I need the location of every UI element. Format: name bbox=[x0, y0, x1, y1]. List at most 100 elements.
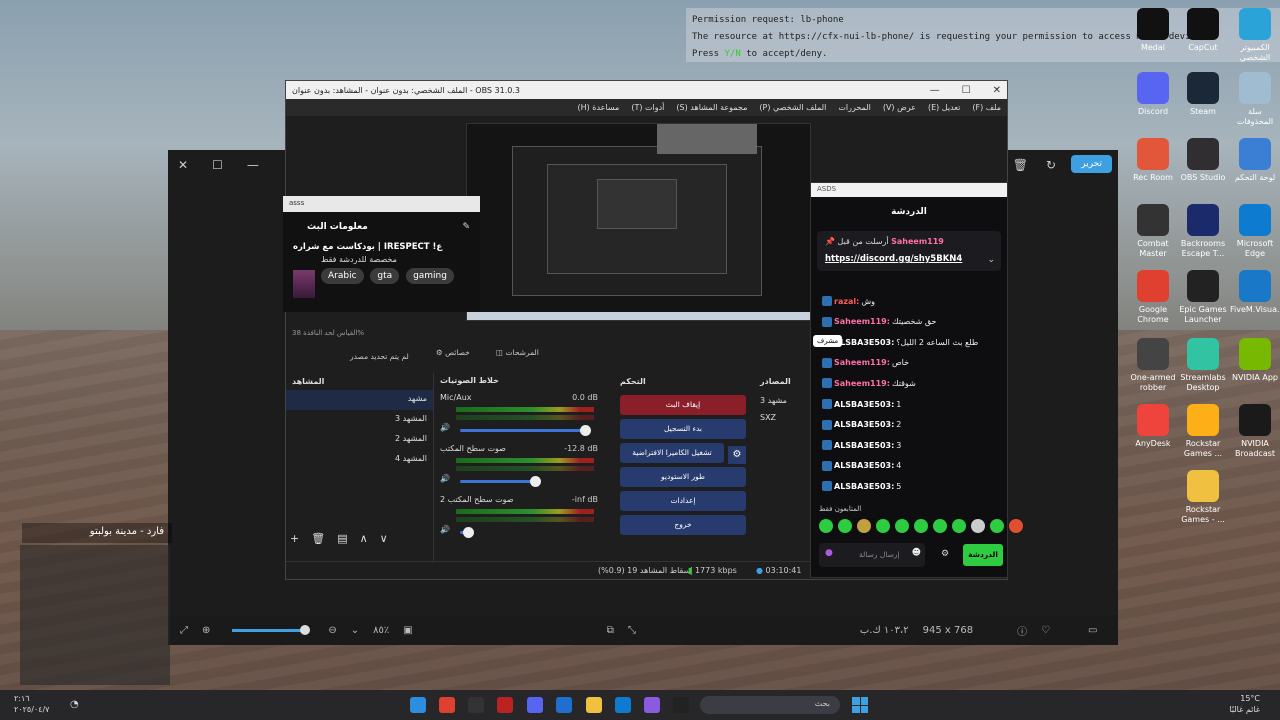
add-icon[interactable]: + bbox=[290, 532, 299, 545]
speaker-icon[interactable]: 🔊 bbox=[440, 525, 450, 534]
maximize-icon[interactable]: ☐ bbox=[212, 158, 223, 172]
copilot-icon[interactable] bbox=[644, 697, 660, 713]
chat-username[interactable]: ALSBA3E503: bbox=[834, 420, 894, 429]
expand-icon[interactable]: ⤡ bbox=[628, 625, 636, 636]
emote-icon[interactable] bbox=[952, 519, 966, 533]
zoom-out-icon[interactable]: ⊖ bbox=[328, 625, 336, 636]
chat-username[interactable]: ALSBA3E503: bbox=[834, 400, 894, 409]
folder-icon[interactable] bbox=[586, 697, 602, 713]
chrome-icon[interactable] bbox=[439, 697, 455, 713]
info-icon[interactable]: ⓘ bbox=[1017, 623, 1027, 638]
menu-item[interactable]: مجموعة المشاهد (S) bbox=[676, 103, 747, 112]
emote-icon[interactable] bbox=[914, 519, 928, 533]
control-button[interactable]: إيقاف البث bbox=[620, 395, 746, 415]
close-icon[interactable]: ✕ bbox=[178, 158, 188, 172]
scene-item-4[interactable]: المشهد 4 bbox=[286, 450, 433, 470]
menu-item[interactable]: أدوات (T) bbox=[631, 103, 664, 112]
chat-username[interactable]: ALSBA3E503: bbox=[834, 461, 894, 470]
chrome-shortcut[interactable]: Google Chrome bbox=[1128, 270, 1178, 325]
edit-icon[interactable]: ✎ bbox=[462, 222, 470, 232]
menu-item[interactable]: المحررات bbox=[838, 103, 870, 112]
volume-slider[interactable] bbox=[460, 425, 591, 436]
emoji-icon[interactable]: ☻ bbox=[912, 548, 921, 558]
obs-icon[interactable] bbox=[468, 697, 484, 713]
chevron-down-icon[interactable]: ⌄ bbox=[987, 255, 995, 265]
mic-icon[interactable]: ● bbox=[825, 548, 833, 558]
maximize-icon[interactable]: ☐ bbox=[962, 85, 971, 96]
emote-icon[interactable] bbox=[857, 519, 871, 533]
control-button[interactable]: إعدادات bbox=[620, 491, 746, 511]
crop-icon[interactable]: ⧉ bbox=[607, 625, 614, 636]
steam-shortcut[interactable]: Steam bbox=[1178, 72, 1228, 117]
speaker-icon[interactable]: 🔊 bbox=[440, 474, 450, 483]
tag[interactable]: gaming bbox=[406, 268, 454, 284]
epic-games-shortcut[interactable]: Epic Games Launcher bbox=[1178, 270, 1228, 325]
up-icon[interactable]: ∧ bbox=[360, 532, 368, 545]
chat-username[interactable]: Saheem119: bbox=[834, 358, 890, 367]
rockstar-shortcut[interactable]: Rockstar Games ... bbox=[1178, 404, 1228, 459]
nvidia-broadcast-shortcut[interactable]: NVIDIA Broadcast bbox=[1230, 404, 1280, 459]
minimize-icon[interactable]: — bbox=[247, 158, 259, 172]
zoom-dropdown-icon[interactable]: ⌄ bbox=[351, 625, 359, 636]
control-button[interactable]: طور الاستوديو bbox=[620, 467, 746, 487]
settings-gear-icon[interactable]: ⚙ bbox=[728, 446, 746, 464]
wifi-icon[interactable]: ◔ bbox=[70, 699, 79, 710]
menu-item[interactable]: ملف (F) bbox=[972, 103, 1001, 112]
adobe-icon[interactable] bbox=[497, 697, 513, 713]
this-pc-shortcut[interactable]: الكمبيوتر الشخصي bbox=[1230, 8, 1280, 63]
chat-username[interactable]: ALSBA3E503: bbox=[834, 441, 894, 450]
volume-slider[interactable] bbox=[460, 527, 474, 538]
menu-item[interactable]: عرض (V) bbox=[883, 103, 916, 112]
chat-username[interactable]: razal: bbox=[834, 297, 859, 306]
chat-send-button[interactable]: الدردشة bbox=[963, 544, 1003, 566]
control-button[interactable]: خروج bbox=[620, 515, 746, 535]
discord-shortcut[interactable]: Discord bbox=[1128, 72, 1178, 117]
volume-knob[interactable] bbox=[463, 527, 474, 538]
tag[interactable]: Arabic bbox=[321, 268, 364, 284]
weather[interactable]: 15°C غائم غالبًا bbox=[1229, 693, 1260, 715]
control-button[interactable]: بدء التسجيل bbox=[620, 419, 746, 439]
emote-icon[interactable] bbox=[1009, 519, 1023, 533]
minimize-icon[interactable]: — bbox=[930, 85, 940, 96]
anydesk-shortcut[interactable]: AnyDesk bbox=[1128, 404, 1178, 449]
chat-username[interactable]: Saheem119: bbox=[834, 379, 890, 388]
menu-item[interactable]: الملف الشخصي (P) bbox=[759, 103, 826, 112]
emote-icon[interactable] bbox=[819, 519, 833, 533]
delete-icon[interactable]: 🗑 bbox=[1013, 158, 1028, 172]
search-box[interactable]: بحث bbox=[700, 696, 840, 714]
scene-item-1[interactable]: مشهد bbox=[286, 390, 433, 410]
volume-knob[interactable] bbox=[580, 425, 591, 436]
store-icon[interactable] bbox=[556, 697, 572, 713]
emote-icon[interactable] bbox=[895, 519, 909, 533]
fit-icon[interactable]: ⤢ bbox=[180, 625, 188, 636]
one-armed-robber-shortcut[interactable]: One-armed robber bbox=[1128, 338, 1178, 393]
volume-slider[interactable] bbox=[460, 476, 541, 487]
pinned-link[interactable]: https://discord.gg/shy5BKN4 bbox=[825, 254, 962, 264]
edit-button[interactable]: تحرير bbox=[1071, 155, 1112, 173]
zoom-in-icon[interactable]: ⊕ bbox=[202, 625, 210, 636]
obs-shortcut[interactable]: OBS Studio bbox=[1178, 138, 1228, 183]
file-explorer-icon[interactable] bbox=[410, 697, 426, 713]
config-icon[interactable]: ▤ bbox=[337, 532, 347, 545]
emote-icon[interactable] bbox=[933, 519, 947, 533]
source-item-2[interactable]: SXZ bbox=[756, 411, 816, 424]
edge-shortcut[interactable]: Microsoft Edge bbox=[1230, 204, 1280, 259]
source-item-1[interactable]: مشهد 3 bbox=[756, 390, 816, 411]
app-icon[interactable] bbox=[673, 697, 689, 713]
tag[interactable]: gta bbox=[370, 268, 400, 284]
scene-item-2[interactable]: المشهد 3 bbox=[286, 410, 433, 430]
windows-start-icon[interactable] bbox=[852, 697, 868, 713]
fivem-visual-shortcut[interactable]: FiveM.Visua... bbox=[1230, 270, 1280, 315]
nvidia-app-shortcut[interactable]: NVIDIA App bbox=[1230, 338, 1280, 383]
discord-icon[interactable] bbox=[527, 697, 543, 713]
rockstar-folder-shortcut[interactable]: Rockstar Games - ... bbox=[1178, 470, 1228, 525]
filmstrip-icon[interactable]: ▭ bbox=[1088, 625, 1097, 636]
edge-icon[interactable] bbox=[615, 697, 631, 713]
camera-icon[interactable]: ▣ bbox=[403, 625, 412, 636]
control-panel-shortcut[interactable]: لوحة التحكم bbox=[1230, 138, 1280, 183]
speaker-icon[interactable]: 🔊 bbox=[440, 423, 450, 432]
capcut-shortcut[interactable]: CapCut bbox=[1178, 8, 1228, 53]
emote-icon[interactable] bbox=[971, 519, 985, 533]
rotate-icon[interactable]: ↻ bbox=[1046, 158, 1056, 172]
emote-icon[interactable] bbox=[876, 519, 890, 533]
